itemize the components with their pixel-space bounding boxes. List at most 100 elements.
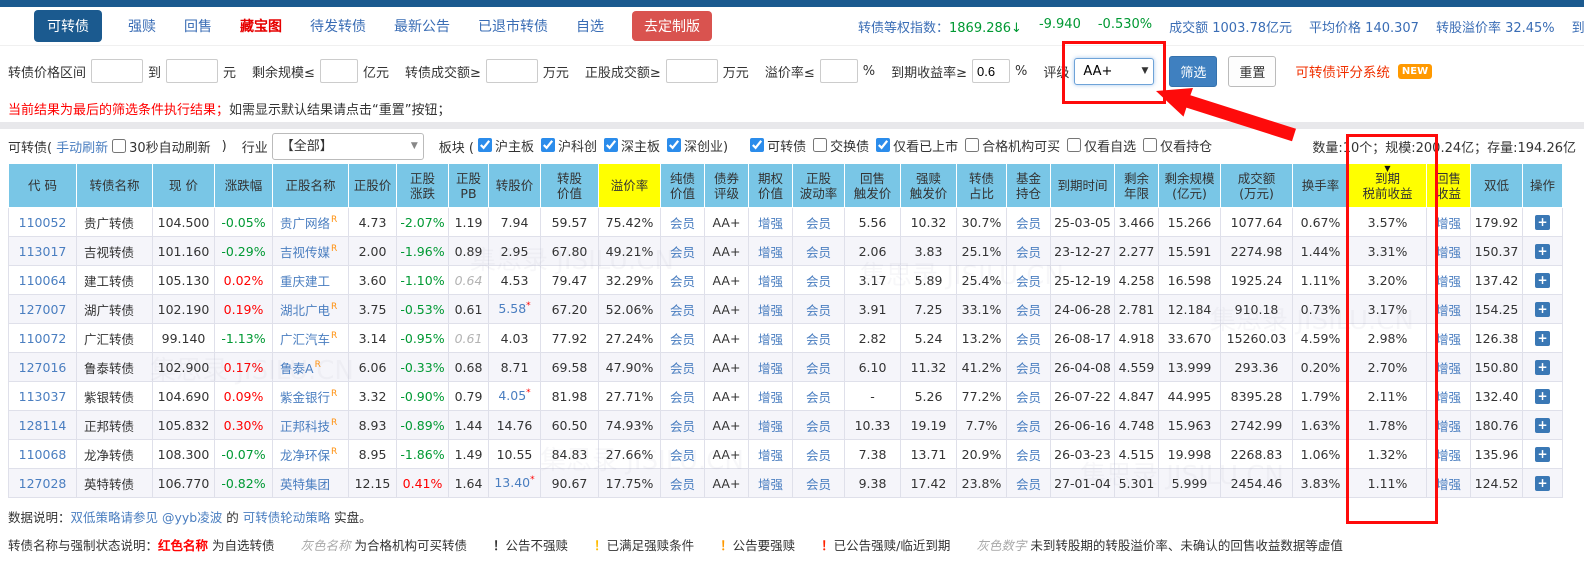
footer-link[interactable]: @yyb凌波 bbox=[158, 510, 222, 525]
nav-tab-gonggao[interactable]: 最新公告 bbox=[394, 16, 450, 36]
opt-link[interactable]: 增强 bbox=[758, 477, 783, 492]
stock-link[interactable]: 紫金银行 bbox=[280, 390, 330, 405]
footer-link[interactable]: 双低策略请参见 bbox=[71, 510, 159, 525]
stock-link[interactable]: 正邦科技 bbox=[280, 419, 330, 434]
col-header-bond[interactable]: 纯债 价值 bbox=[661, 164, 705, 208]
bond-link[interactable]: 会员 bbox=[670, 274, 695, 289]
fund-link[interactable]: 会员 bbox=[1016, 361, 1041, 376]
checkbox-input[interactable] bbox=[541, 138, 555, 152]
bond-link[interactable]: 会员 bbox=[670, 448, 695, 463]
py-link[interactable]: 增强 bbox=[1436, 448, 1461, 463]
manual-refresh-link[interactable]: 手动刷新 bbox=[56, 137, 108, 156]
checkbox-仅看自选[interactable]: 仅看自选 bbox=[1067, 136, 1136, 155]
code-link[interactable]: 127028 bbox=[19, 476, 67, 491]
opt-link[interactable]: 增强 bbox=[758, 419, 783, 434]
col-header-prem[interactable]: 溢价率 bbox=[599, 164, 661, 208]
vol-link[interactable]: 会员 bbox=[806, 332, 831, 347]
fund-link[interactable]: 会员 bbox=[1016, 303, 1041, 318]
col-header-fund[interactable]: 基金 持仓 bbox=[1007, 164, 1051, 208]
checkbox-input[interactable] bbox=[1067, 138, 1081, 152]
stock-link[interactable]: 吉视传媒 bbox=[280, 245, 330, 260]
col-header-sprice[interactable]: 正股价 bbox=[349, 164, 397, 208]
checkbox-合格机构可买[interactable]: 合格机构可买 bbox=[965, 136, 1060, 155]
nav-tab-dingzhiban[interactable]: 去定制版 bbox=[632, 11, 712, 41]
checkbox-沪主板[interactable]: 沪主板 bbox=[478, 136, 534, 155]
price-min-input[interactable] bbox=[91, 59, 143, 83]
fund-link[interactable]: 会员 bbox=[1016, 448, 1041, 463]
stock-link[interactable]: 重庆建工 bbox=[280, 274, 330, 289]
expand-plus-icon[interactable]: + bbox=[1535, 244, 1550, 259]
py-link[interactable]: 增强 bbox=[1436, 390, 1461, 405]
col-header-stock[interactable]: 正股名称 bbox=[273, 164, 349, 208]
expand-plus-icon[interactable]: + bbox=[1535, 331, 1550, 346]
col-header-opt[interactable]: 期权 价值 bbox=[749, 164, 793, 208]
py-link[interactable]: 增强 bbox=[1436, 245, 1461, 260]
code-link[interactable]: 110052 bbox=[19, 215, 67, 230]
expand-plus-icon[interactable]: + bbox=[1535, 302, 1550, 317]
checkbox-仅看已上市[interactable]: 仅看已上市 bbox=[876, 136, 958, 155]
code-link[interactable]: 113017 bbox=[19, 244, 67, 259]
expand-plus-icon[interactable]: + bbox=[1535, 389, 1550, 404]
col-header-pb[interactable]: 正股 PB bbox=[449, 164, 489, 208]
py-link[interactable]: 增强 bbox=[1436, 419, 1461, 434]
footer-link[interactable]: 可转债轮动策略 bbox=[243, 510, 331, 525]
nav-tab-zixuan[interactable]: 自选 bbox=[576, 16, 604, 36]
col-header-name[interactable]: 转债名称 bbox=[77, 164, 153, 208]
bond-link[interactable]: 会员 bbox=[670, 216, 695, 231]
col-header-py[interactable]: 回售 收益 bbox=[1427, 164, 1471, 208]
filter-button[interactable]: 筛选 bbox=[1169, 56, 1217, 87]
expand-plus-icon[interactable]: + bbox=[1535, 476, 1550, 491]
py-link[interactable]: 增强 bbox=[1436, 216, 1461, 231]
col-header-cv[interactable]: 转股 价值 bbox=[541, 164, 599, 208]
stock-link[interactable]: 贵广网络 bbox=[280, 216, 330, 231]
opt-link[interactable]: 增强 bbox=[758, 332, 783, 347]
bond-link[interactable]: 会员 bbox=[670, 245, 695, 260]
fund-link[interactable]: 会员 bbox=[1016, 216, 1041, 231]
opt-link[interactable]: 增强 bbox=[758, 245, 783, 260]
vol-link[interactable]: 会员 bbox=[806, 390, 831, 405]
vol-link[interactable]: 会员 bbox=[806, 274, 831, 289]
nav-tab-daifa[interactable]: 待发转债 bbox=[310, 16, 366, 36]
checkbox-input[interactable] bbox=[604, 138, 618, 152]
fund-link[interactable]: 会员 bbox=[1016, 419, 1041, 434]
checkbox-深主板[interactable]: 深主板 bbox=[604, 136, 660, 155]
code-link[interactable]: 113037 bbox=[19, 389, 67, 404]
remaining-size-input[interactable] bbox=[320, 59, 358, 83]
fund-link[interactable]: 会员 bbox=[1016, 274, 1041, 289]
col-header-rating[interactable]: 债券 评级 bbox=[705, 164, 749, 208]
col-header-size[interactable]: 剩余规模 (亿元) bbox=[1159, 164, 1221, 208]
col-header-to[interactable]: 换手率 bbox=[1293, 164, 1349, 208]
opt-link[interactable]: 增强 bbox=[758, 216, 783, 231]
bond-link[interactable]: 会员 bbox=[670, 303, 695, 318]
bond-link[interactable]: 会员 bbox=[670, 477, 695, 492]
code-link[interactable]: 128114 bbox=[19, 418, 67, 433]
checkbox-input[interactable] bbox=[750, 138, 764, 152]
checkbox-input[interactable] bbox=[478, 138, 492, 152]
expand-plus-icon[interactable]: + bbox=[1535, 273, 1550, 288]
vol-link[interactable]: 会员 bbox=[806, 419, 831, 434]
price-max-input[interactable] bbox=[166, 59, 218, 83]
fund-link[interactable]: 会员 bbox=[1016, 332, 1041, 347]
checkbox-input[interactable] bbox=[667, 138, 681, 152]
col-header-amt[interactable]: 成交额 (万元) bbox=[1221, 164, 1293, 208]
col-header-dl[interactable]: 双低 bbox=[1471, 164, 1523, 208]
nav-tab-yituishi[interactable]: 已退市转债 bbox=[478, 16, 548, 36]
vol-link[interactable]: 会员 bbox=[806, 303, 831, 318]
col-header-vol[interactable]: 正股 波动率 bbox=[793, 164, 845, 208]
py-link[interactable]: 增强 bbox=[1436, 303, 1461, 318]
rating-select[interactable]: AA+ bbox=[1074, 58, 1154, 85]
bond-link[interactable]: 会员 bbox=[670, 419, 695, 434]
vol-link[interactable]: 会员 bbox=[806, 477, 831, 492]
opt-link[interactable]: 增强 bbox=[758, 274, 783, 289]
vol-link[interactable]: 会员 bbox=[806, 216, 831, 231]
nav-tab-huishou[interactable]: 回售 bbox=[184, 16, 212, 36]
checkbox-input[interactable] bbox=[965, 138, 979, 152]
score-system-link[interactable]: 可转债评分系统 bbox=[1295, 61, 1390, 81]
col-header-mat[interactable]: 到期时间 bbox=[1051, 164, 1115, 208]
code-link[interactable]: 127007 bbox=[19, 302, 67, 317]
expand-plus-icon[interactable]: + bbox=[1535, 447, 1550, 462]
nav-tab-qiangshu[interactable]: 强赎 bbox=[128, 16, 156, 36]
col-header-ytm[interactable]: ▼到期 税前收益 bbox=[1349, 164, 1427, 208]
vol-link[interactable]: 会员 bbox=[806, 361, 831, 376]
col-header-call[interactable]: 强赎 触发价 bbox=[901, 164, 957, 208]
